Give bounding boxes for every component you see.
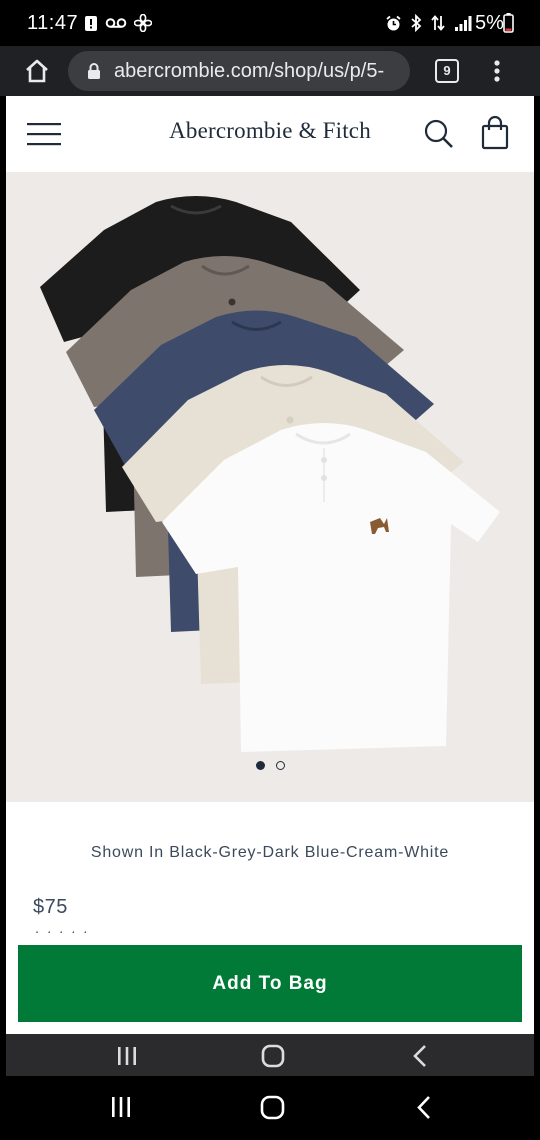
- alarm-icon: [386, 15, 401, 30]
- shopping-bag-icon[interactable]: [481, 116, 509, 150]
- web-page: Abercrombie & Fitch Shown In Black-Grey-…: [6, 96, 534, 1034]
- status-notification-icons: [84, 14, 152, 32]
- site-header: Abercrombie & Fitch: [6, 96, 534, 172]
- recent-apps-icon[interactable]: [110, 1096, 132, 1118]
- home-circle-icon[interactable]: [260, 1095, 285, 1120]
- home-circle-icon[interactable]: [261, 1044, 285, 1068]
- in-app-navigation-bar: [6, 1034, 534, 1076]
- rating-stars: ★★★★★: [33, 929, 93, 933]
- carousel-dot[interactable]: [276, 761, 285, 770]
- product-image-carousel[interactable]: [6, 172, 534, 802]
- status-system-icons: [385, 14, 472, 32]
- back-icon[interactable]: [416, 1095, 432, 1120]
- alert-icon: [85, 15, 97, 31]
- status-time: 11:47: [27, 12, 79, 34]
- browser-toolbar: abercrombie.com/shop/us/p/5- 9: [0, 46, 540, 96]
- back-icon[interactable]: [412, 1044, 428, 1068]
- battery-icon: [503, 13, 514, 33]
- fan-icon: [134, 14, 152, 32]
- home-icon[interactable]: [24, 58, 50, 84]
- data-arrows-icon: [431, 15, 445, 31]
- recent-apps-icon[interactable]: [116, 1046, 138, 1066]
- status-bar: 11:47 5%: [0, 0, 540, 46]
- lock-icon: [88, 63, 100, 79]
- system-navigation-bar: [0, 1078, 540, 1140]
- carousel-dot-active[interactable]: [256, 761, 265, 770]
- url-text: abercrombie.com/shop/us/p/5-: [114, 60, 385, 82]
- tab-count: 9: [443, 63, 451, 78]
- add-to-bag-label: Add To Bag: [212, 972, 328, 994]
- more-vert-icon[interactable]: [493, 59, 501, 83]
- search-icon[interactable]: [423, 118, 455, 150]
- voicemail-icon: [105, 18, 127, 28]
- shown-in-colors: Shown In Black-Grey-Dark Blue-Cream-Whit…: [90, 844, 450, 861]
- address-bar[interactable]: abercrombie.com/shop/us/p/5-: [68, 51, 410, 91]
- tabs-icon[interactable]: 9: [435, 59, 459, 83]
- signal-icon: [455, 15, 472, 31]
- bluetooth-icon: [411, 14, 422, 32]
- battery-percentage: 5%: [475, 12, 504, 34]
- add-to-bag-button[interactable]: Add To Bag: [18, 945, 522, 1022]
- product-price: $75: [33, 896, 68, 918]
- product-image: [40, 196, 500, 752]
